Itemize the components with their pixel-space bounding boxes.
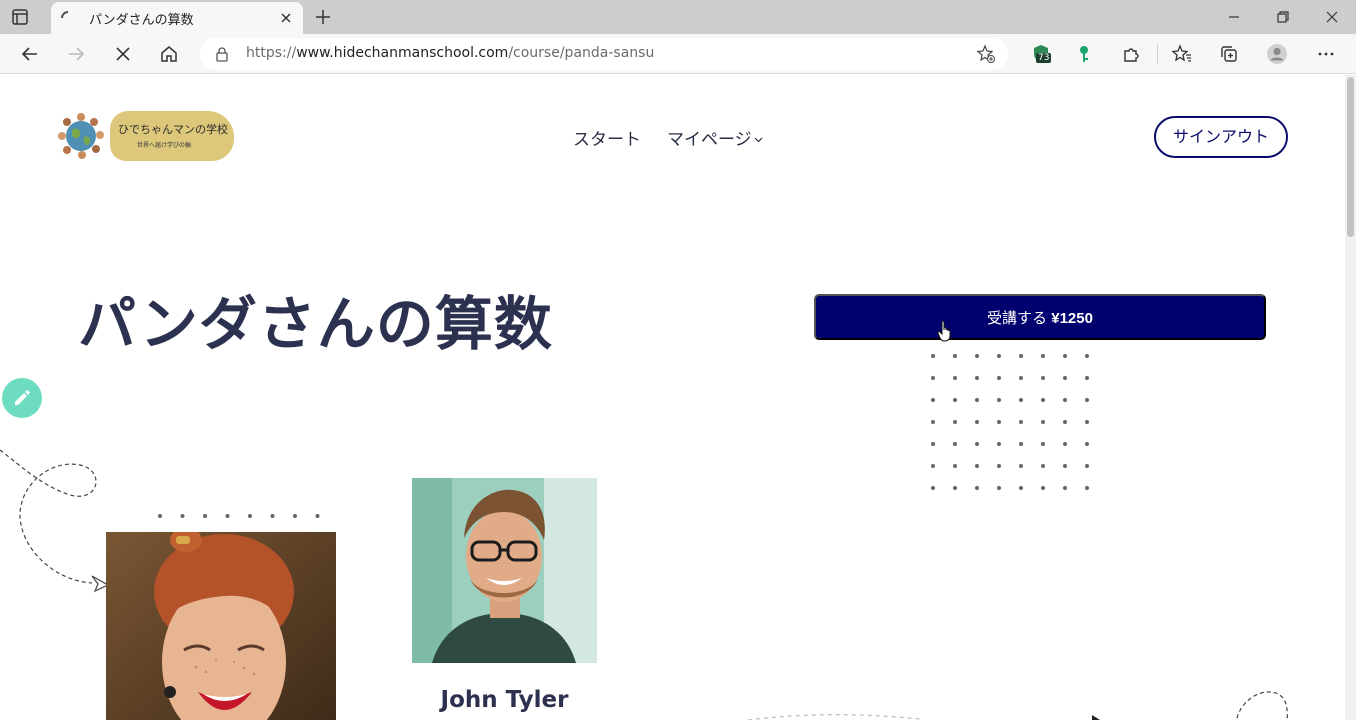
home-icon[interactable] (158, 43, 180, 65)
nav-mypage-label: マイページ (667, 130, 752, 150)
decorative-dot-row (158, 514, 320, 518)
browser-toolbar: https://www.hidechanmanschool.com/course… (0, 34, 1356, 74)
more-menu-icon[interactable] (1315, 43, 1337, 65)
address-bar[interactable]: https://www.hidechanmanschool.com/course… (200, 38, 1008, 70)
nav-mypage-menu[interactable]: マイページ (667, 125, 763, 150)
collections-icon[interactable] (1218, 43, 1240, 65)
favorites-icon[interactable] (1171, 43, 1193, 65)
url-text[interactable]: https://www.hidechanmanschool.com/course… (246, 45, 654, 61)
enroll-label: 受講する (987, 310, 1048, 327)
extension-key-icon[interactable] (1073, 43, 1095, 65)
browser-tab-bar: パンダさんの算数 (0, 0, 1356, 34)
back-icon[interactable] (19, 43, 41, 65)
enroll-button[interactable]: 受講する ¥1250 (814, 294, 1266, 340)
browser-tab[interactable]: パンダさんの算数 (51, 2, 303, 34)
url-prefix: https:// (246, 45, 297, 61)
decorative-dashed-path (0, 449, 110, 593)
url-host: www.hidechanmanschool.com (296, 45, 509, 61)
page-scrollbar[interactable] (1345, 75, 1356, 720)
site-logo[interactable]: ひでちゃんマンの学校 世界へ届け学びの輪 (58, 111, 236, 163)
tab-actions-icon[interactable] (10, 7, 30, 27)
profile-avatar-icon[interactable] (1266, 43, 1288, 65)
teacher-photo-john-tyler (412, 478, 597, 663)
restore-icon[interactable] (1272, 6, 1294, 28)
chevron-down-icon (754, 129, 763, 143)
edit-button[interactable] (2, 378, 42, 418)
scrollbar-thumb[interactable] (1347, 77, 1354, 237)
close-window-icon[interactable] (1321, 6, 1343, 28)
logo-subtitle: 世界へ届け学びの輪 (137, 142, 192, 149)
logo-title: ひでちゃんマンの学校 (118, 123, 228, 136)
teacher-name: John Tyler (440, 687, 569, 713)
add-favorite-icon[interactable] (976, 44, 996, 64)
extensions-puzzle-icon[interactable] (1120, 43, 1142, 65)
lock-icon[interactable] (214, 46, 230, 62)
page-content: ひでちゃんマンの学校 世界へ届け学びの輪 スタート マイページ サインアウト パ… (0, 75, 1345, 720)
decorative-dashed-line (743, 714, 1100, 720)
course-price: ¥1250 (1051, 310, 1093, 327)
course-title: パンダさんの算数 (78, 290, 553, 358)
globe-logo-icon (58, 113, 104, 159)
hand-cursor-icon (937, 320, 953, 342)
logo-badge: ひでちゃんマンの学校 世界へ届け学びの輪 (110, 111, 234, 161)
url-path: /course/panda-sansu (508, 45, 655, 61)
teacher-photo-woman (106, 532, 336, 720)
nav-start-link[interactable]: スタート (573, 125, 641, 150)
forward-icon (65, 43, 87, 65)
tab-title: パンダさんの算数 (89, 13, 194, 28)
toolbar-separator (1157, 44, 1158, 64)
decorative-dot-grid (931, 354, 1089, 490)
extension-badge: 73 (1036, 53, 1052, 63)
pencil-icon (15, 390, 30, 405)
decorative-dashed-loop (1235, 691, 1289, 720)
signout-button[interactable]: サインアウト (1154, 116, 1288, 158)
loading-spinner-icon (61, 10, 75, 24)
new-tab-icon[interactable] (312, 6, 334, 28)
close-tab-icon[interactable] (277, 9, 295, 27)
stop-loading-icon[interactable] (112, 43, 134, 65)
minimize-icon[interactable] (1223, 6, 1245, 28)
